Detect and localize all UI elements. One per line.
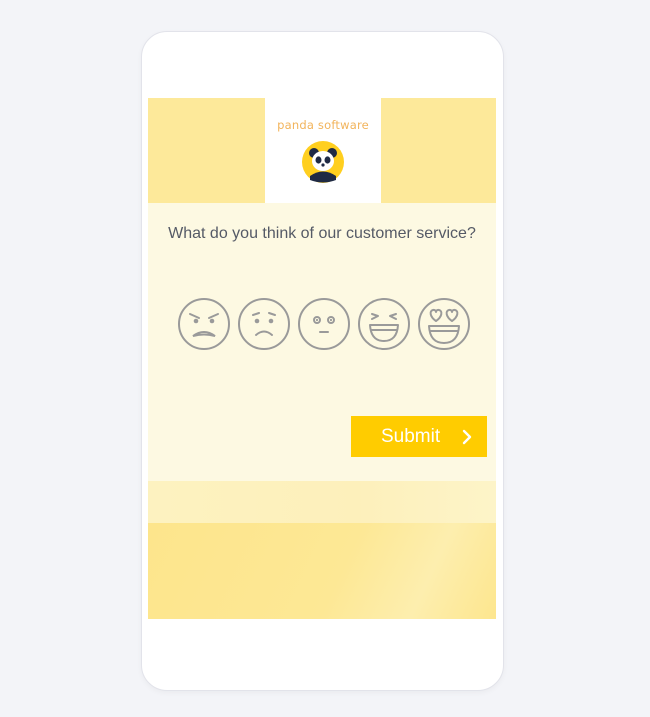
panda-icon xyxy=(302,141,344,183)
submit-label: Submit xyxy=(381,426,441,447)
submit-button[interactable]: Submit xyxy=(351,416,487,457)
neutral-face-icon[interactable] xyxy=(297,297,351,351)
brand-name: panda software xyxy=(277,118,369,132)
footer-band xyxy=(148,523,496,619)
dissatisfied-face-icon[interactable] xyxy=(237,297,291,351)
survey-question: What do you think of our customer servic… xyxy=(168,225,476,242)
header-band: panda software xyxy=(148,98,496,203)
very-dissatisfied-face-icon[interactable] xyxy=(177,297,231,351)
satisfied-face-icon[interactable] xyxy=(357,297,411,351)
phone-frame: panda software What do you think of our … xyxy=(141,31,504,691)
footer-band-light xyxy=(148,481,496,523)
rating-faces xyxy=(177,297,471,351)
very-satisfied-face-icon[interactable] xyxy=(417,297,471,351)
survey-screen: panda software What do you think of our … xyxy=(148,98,496,619)
chevron-right-icon xyxy=(462,429,472,445)
brand-logo: panda software xyxy=(265,98,381,203)
